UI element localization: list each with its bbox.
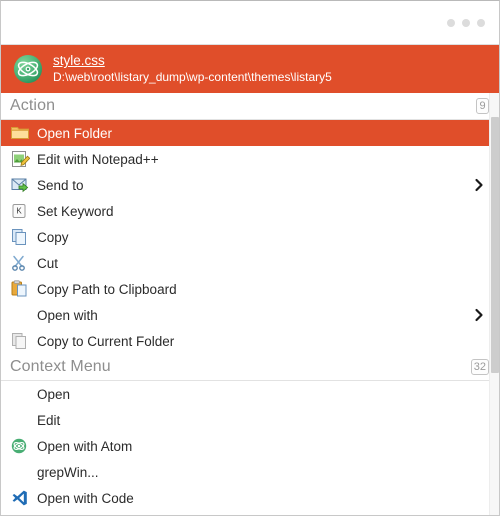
menu-item-copy-path-to-clipboard[interactable]: Copy Path to Clipboard [1, 276, 499, 302]
scrollbar-track[interactable] [489, 93, 499, 515]
section-header-context-menu: Context Menu 32 [1, 354, 499, 381]
menu-item-grepwin[interactable]: grepWin... [1, 459, 499, 485]
menu-item-label: grepWin... [37, 464, 99, 480]
send-to-icon [10, 176, 30, 194]
section-header-action: Action 9 [1, 93, 499, 120]
no-icon [10, 411, 30, 429]
overflow-dots-icon[interactable] [447, 19, 485, 27]
no-icon [10, 463, 30, 481]
menu-item-send-to[interactable]: Send to [1, 172, 499, 198]
svg-text:K: K [16, 207, 22, 216]
menu-item-label: Open with Code [37, 490, 134, 506]
chevron-right-icon [474, 178, 484, 192]
menu-item-copy[interactable]: Copy [1, 224, 499, 250]
menu-item-open-with-atom[interactable]: Open with Atom [1, 433, 499, 459]
menu-item-copy-to-current-folder[interactable]: Copy to Current Folder [1, 328, 499, 354]
menu-item-edit[interactable]: Edit [1, 407, 499, 433]
scrollbar-thumb[interactable] [491, 117, 499, 373]
clipboard-copy-icon [10, 280, 30, 298]
menu-item-cut[interactable]: Cut [1, 250, 499, 276]
menu-item-label: Open with [37, 307, 98, 323]
menu-item-open-with-code[interactable]: Open with Code [1, 485, 499, 511]
section-count-badge: 32 [470, 359, 489, 375]
keyboard-key-k-icon: K [10, 202, 30, 220]
menu-item-label: Open Folder [37, 125, 113, 141]
chevron-right-icon [474, 308, 484, 322]
section-count-badge: 9 [476, 98, 489, 114]
copy-gray-icon [10, 332, 30, 350]
atom-icon [13, 54, 43, 84]
notepad-plus-icon [10, 150, 31, 168]
menu-item-set-keyword[interactable]: K Set Keyword [1, 198, 499, 224]
vscode-icon [10, 489, 30, 507]
menu-item-label: Copy [37, 229, 69, 245]
menu-item-label: Copy Path to Clipboard [37, 281, 177, 297]
menu-item-label: Copy to Current Folder [37, 333, 175, 349]
scissors-icon [10, 254, 30, 272]
menu-item-edit-with-notepadpp[interactable]: Edit with Notepad++ [1, 146, 499, 172]
menu-item-label: Cut [37, 255, 59, 271]
dot-1 [447, 19, 455, 27]
no-icon [10, 385, 30, 403]
menu-item-open-with[interactable]: Open with [1, 302, 499, 328]
selected-file-header[interactable]: style.css D:\web\root\listary_dump\wp-co… [1, 45, 499, 93]
menu-item-label: Edit [37, 412, 61, 428]
menu-item-label: Open with Atom [37, 438, 133, 454]
menu-item-label: Set Keyword [37, 203, 114, 219]
copy-icon [10, 228, 30, 246]
folder-icon [10, 124, 30, 142]
menu-item-open[interactable]: Open [1, 381, 499, 407]
menu-item-label: Send to [37, 177, 84, 193]
file-meta: style.css D:\web\root\listary_dump\wp-co… [53, 53, 332, 84]
file-path: D:\web\root\listary_dump\wp-content\them… [53, 69, 332, 84]
listary-context-panel: style.css D:\web\root\listary_dump\wp-co… [0, 0, 500, 516]
no-icon [10, 306, 30, 324]
section-title: Action [10, 97, 56, 114]
dot-3 [477, 19, 485, 27]
menu-item-label: Edit with Notepad++ [37, 151, 159, 167]
menu-item-label: Open [37, 386, 71, 402]
menu-item-open-folder[interactable]: Open Folder [1, 120, 499, 146]
file-name[interactable]: style.css [53, 53, 332, 69]
section-title: Context Menu [10, 358, 111, 375]
dot-2 [462, 19, 470, 27]
atom-small-icon [10, 437, 30, 455]
title-bar [1, 1, 499, 45]
